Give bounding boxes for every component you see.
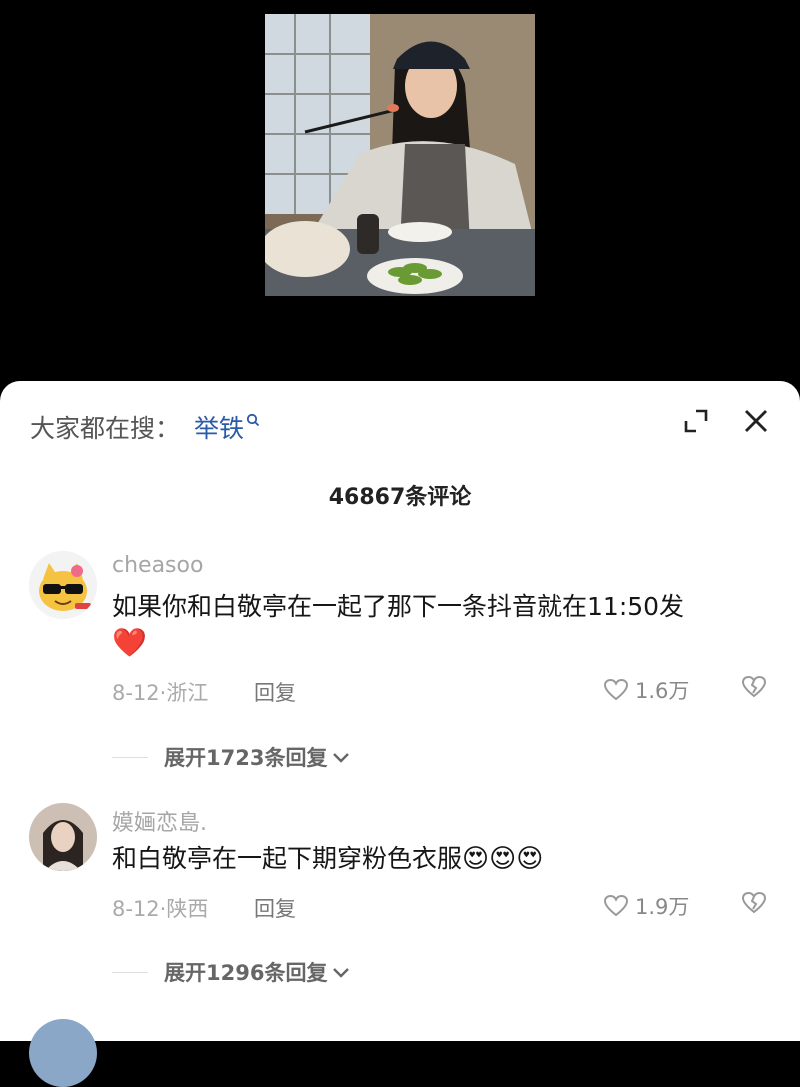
heart-eyes-emoji: 😍😍😍 xyxy=(462,844,544,874)
video-photo xyxy=(265,14,535,296)
broken-heart-icon[interactable] xyxy=(741,891,767,919)
like-button[interactable]: 1.6万 xyxy=(603,675,689,705)
search-prefix-label: 大家都在搜： xyxy=(30,414,181,443)
like-count: 1.6万 xyxy=(635,679,690,703)
comment-body: 和白敬亭在一起下期穿粉色衣服 xyxy=(112,844,463,873)
broken-heart-icon[interactable] xyxy=(741,675,767,703)
heart-outline-icon xyxy=(603,894,629,917)
search-term-link[interactable]: 举铁 xyxy=(194,409,244,445)
divider-line xyxy=(112,756,148,758)
video-area[interactable] xyxy=(0,0,800,400)
comment-text: 和白敬亭在一起下期穿粉色衣服😍😍😍 xyxy=(112,841,762,877)
chevron-down-icon xyxy=(333,753,350,763)
like-button[interactable]: 1.9万 xyxy=(603,891,689,921)
reply-button[interactable]: 回复 xyxy=(254,893,296,923)
close-icon[interactable] xyxy=(741,406,771,436)
comment-text: 如果你和白敬亭在一起了那下一条抖音就在11:50发 ❤️ xyxy=(112,589,762,662)
search-icon xyxy=(246,412,260,431)
search-suggestion[interactable]: 大家都在搜： 举铁 xyxy=(30,409,260,445)
expand-replies-button[interactable]: 展开1296条回复 xyxy=(112,957,351,987)
comment-meta: 8-12·陕西 xyxy=(112,897,209,921)
heart-outline-icon xyxy=(603,678,629,701)
heart-emoji: ❤️ xyxy=(112,626,147,659)
comment-username[interactable]: 嫫婳恋島. xyxy=(112,805,207,837)
comment-body: 如果你和白敬亭在一起了那下一条抖音就在11:50发 xyxy=(112,592,685,621)
avatar[interactable] xyxy=(29,803,97,871)
reply-button[interactable]: 回复 xyxy=(254,677,296,707)
expand-replies-button[interactable]: 展开1723条回复 xyxy=(112,742,351,772)
comment-username[interactable]: cheasoo xyxy=(112,553,203,578)
avatar[interactable] xyxy=(29,1019,97,1087)
avatar[interactable] xyxy=(29,551,97,619)
chevron-down-icon xyxy=(333,968,350,978)
like-count: 1.9万 xyxy=(635,895,690,919)
comments-count: 46867条评论 xyxy=(328,485,472,510)
divider-line xyxy=(112,971,148,973)
comment-meta: 8-12·浙江 xyxy=(112,681,209,705)
comment-sheet: 大家都在搜： 举铁 46867条评论 cheasoo 如果你和白敬亭在一起了那下… xyxy=(0,381,800,1087)
expand-replies-label: 展开1723条回复 xyxy=(164,746,328,770)
expand-replies-label: 展开1296条回复 xyxy=(164,961,328,985)
expand-icon[interactable] xyxy=(682,407,710,435)
